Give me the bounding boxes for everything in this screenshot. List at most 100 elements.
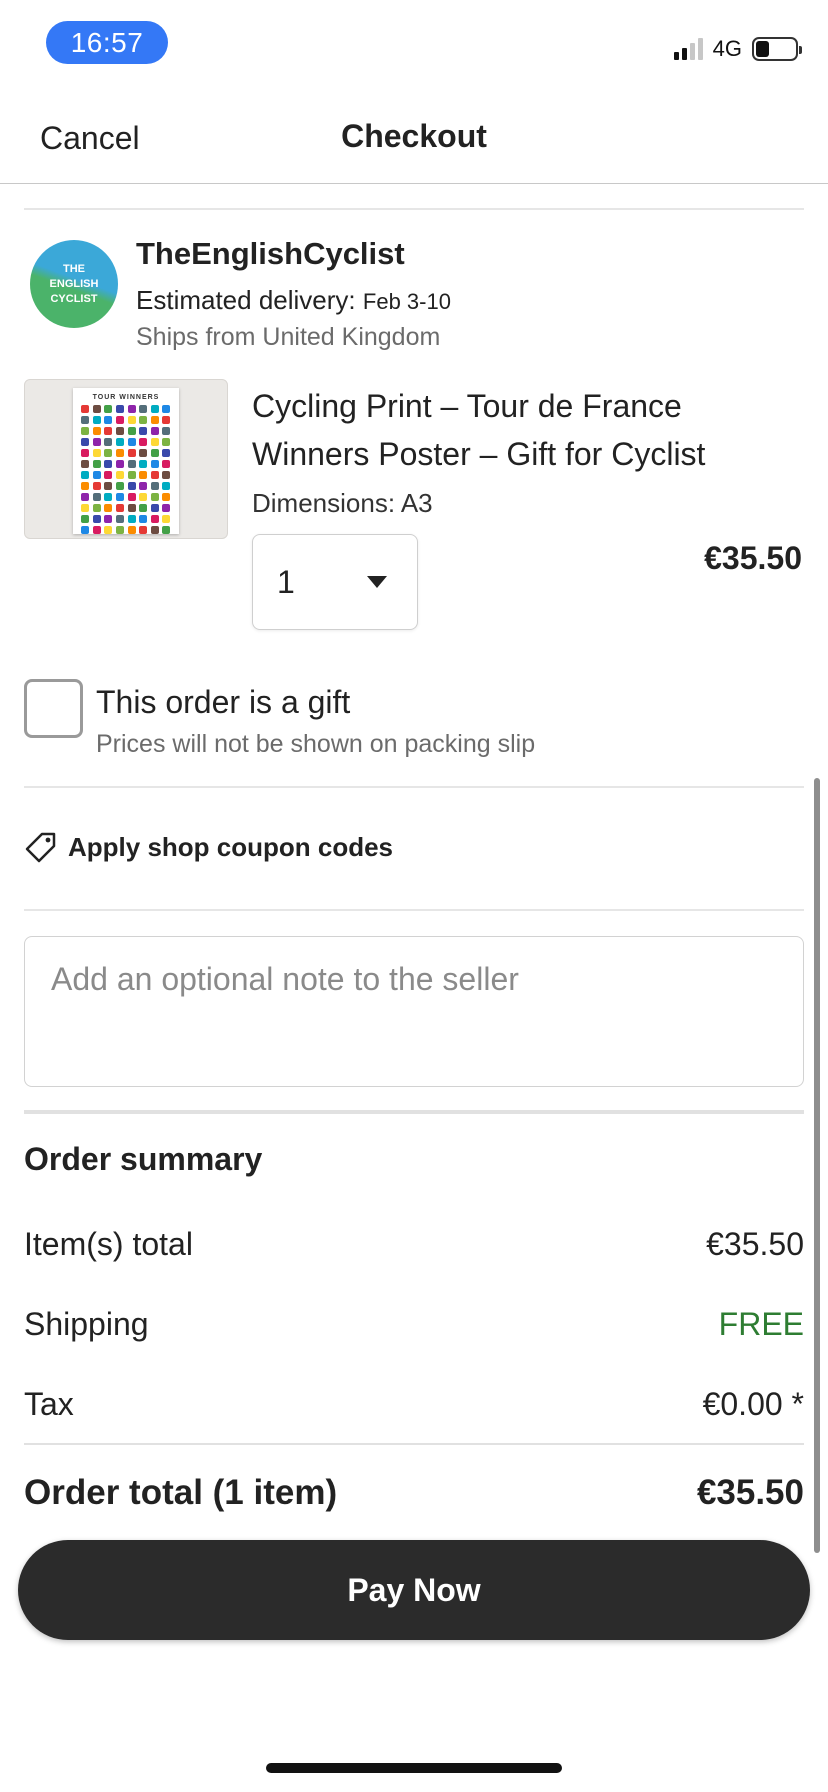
poster-jersey xyxy=(104,427,113,435)
poster-jersey xyxy=(139,416,148,424)
poster-jersey xyxy=(115,526,124,534)
poster-jersey xyxy=(127,471,136,479)
estimated-delivery: Estimated delivery: Feb 3-10 xyxy=(136,285,451,316)
home-indicator[interactable] xyxy=(266,1763,562,1773)
poster-jersey xyxy=(139,504,148,512)
pay-now-button[interactable]: Pay Now xyxy=(18,1540,810,1640)
summary-label: Item(s) total xyxy=(24,1226,193,1262)
delivery-label: Estimated delivery: xyxy=(136,285,356,315)
poster-jersey xyxy=(127,482,136,490)
order-total-value: €35.50 xyxy=(696,1473,804,1512)
poster-jersey xyxy=(81,405,89,413)
poster-jersey xyxy=(150,526,159,534)
summary-label: Tax xyxy=(24,1386,74,1422)
poster-jersey xyxy=(162,482,171,490)
order-summary-title: Order summary xyxy=(24,1141,263,1177)
poster-jersey xyxy=(139,526,148,534)
poster-jersey xyxy=(104,460,113,468)
checkout-screen: 16:57 4G Cancel Checkout THE ENGLISH CYC… xyxy=(0,0,828,1792)
poster-jersey xyxy=(162,515,171,523)
poster-jersey xyxy=(127,438,136,446)
poster-jersey xyxy=(150,460,159,468)
poster-jersey xyxy=(162,416,171,424)
poster-jersey xyxy=(81,526,89,534)
poster-jersey xyxy=(127,493,136,501)
poster-jersey xyxy=(115,405,124,413)
item-title[interactable]: Cycling Print – Tour de France Winners P… xyxy=(252,382,772,478)
poster-jersey xyxy=(150,504,159,512)
caret-down-icon xyxy=(367,576,387,588)
poster-jersey xyxy=(92,471,101,479)
poster-jersey xyxy=(81,482,89,490)
poster-jersey xyxy=(139,482,148,490)
poster-jersey xyxy=(139,449,148,457)
poster-jersey xyxy=(104,405,113,413)
header-divider xyxy=(0,183,828,184)
item-price: €35.50 xyxy=(704,540,802,576)
poster-jersey xyxy=(92,515,101,523)
poster-jersey xyxy=(139,493,148,501)
poster-jersey xyxy=(115,416,124,424)
poster-jersey xyxy=(81,493,89,501)
poster-jersey xyxy=(81,471,89,479)
page-title: Checkout xyxy=(341,118,487,154)
poster-jersey xyxy=(127,526,136,534)
gift-label[interactable]: This order is a gift xyxy=(96,684,350,721)
poster-jersey xyxy=(115,449,124,457)
item-thumbnail[interactable]: TOUR WINNERS xyxy=(24,379,228,539)
scrollbar[interactable] xyxy=(814,778,820,1553)
seller-note-input[interactable] xyxy=(24,936,804,1087)
signal-icon xyxy=(673,38,703,60)
poster-jersey xyxy=(150,405,159,413)
shop-name: TheEnglishCyclist xyxy=(136,236,405,271)
poster-jersey xyxy=(104,471,113,479)
poster-jersey xyxy=(150,493,159,501)
poster-jersey xyxy=(104,504,113,512)
ships-from: Ships from United Kingdom xyxy=(136,323,441,351)
poster-title: TOUR WINNERS xyxy=(92,394,160,401)
poster-jersey xyxy=(150,427,159,435)
poster-jersey xyxy=(92,416,101,424)
poster-jersey xyxy=(127,515,136,523)
poster-jersey xyxy=(127,449,136,457)
coupon-label: Apply shop coupon codes xyxy=(68,831,394,862)
poster-jersey xyxy=(127,427,136,435)
apply-coupon-button[interactable]: Apply shop coupon codes xyxy=(24,830,393,864)
battery-icon xyxy=(752,37,802,61)
poster-jersey xyxy=(115,460,124,468)
poster-jersey xyxy=(150,482,159,490)
poster-jersey xyxy=(139,471,148,479)
poster-jersey xyxy=(81,427,89,435)
poster-jersey xyxy=(92,460,101,468)
item-dimensions: Dimensions: A3 xyxy=(252,488,433,518)
poster-image: TOUR WINNERS xyxy=(73,388,179,534)
poster-jersey xyxy=(104,438,113,446)
poster-jersey xyxy=(115,471,124,479)
poster-jersey xyxy=(81,449,89,457)
gift-checkbox[interactable] xyxy=(24,679,83,738)
tag-icon xyxy=(25,832,56,863)
poster-jersey xyxy=(92,482,101,490)
poster-jersey xyxy=(104,449,113,457)
divider xyxy=(24,786,804,788)
poster-jersey xyxy=(92,504,101,512)
divider xyxy=(24,208,804,210)
poster-jersey xyxy=(92,438,101,446)
poster-jersey xyxy=(162,526,171,534)
divider xyxy=(24,909,804,911)
poster-jersey xyxy=(162,405,171,413)
quantity-select[interactable]: 1 xyxy=(252,534,418,630)
poster-jersey xyxy=(92,449,101,457)
poster-jersey xyxy=(139,438,148,446)
order-total-row: Order total (1 item) €35.50 xyxy=(24,1473,804,1513)
poster-jersey xyxy=(150,438,159,446)
gift-sublabel: Prices will not be shown on packing slip xyxy=(96,730,536,758)
poster-jersey xyxy=(127,416,136,424)
network-label: 4G xyxy=(712,36,742,61)
poster-jersey xyxy=(162,504,171,512)
order-total-label: Order total (1 item) xyxy=(24,1473,338,1512)
poster-jersey xyxy=(81,515,89,523)
summary-value: €0.00 * xyxy=(702,1386,804,1422)
poster-jersey xyxy=(115,493,124,501)
poster-jersey xyxy=(162,438,171,446)
